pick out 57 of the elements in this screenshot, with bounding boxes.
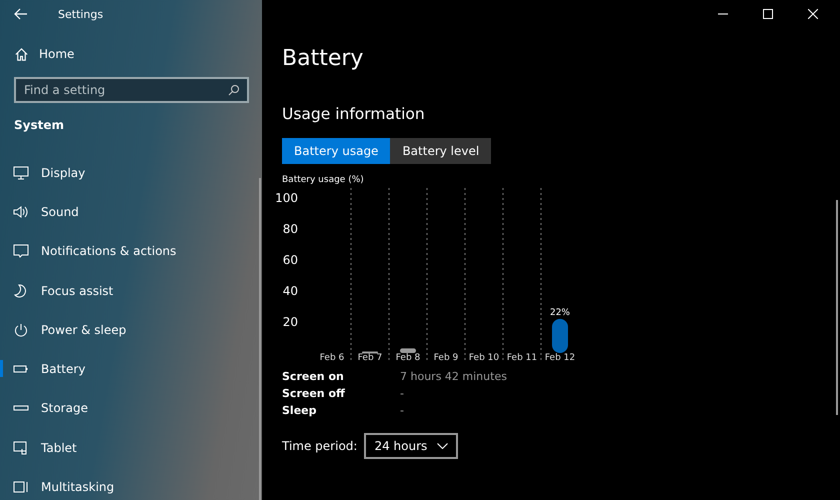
- time-period-label: Time period:: [282, 439, 358, 453]
- x-axis-label: Feb 7: [358, 353, 382, 363]
- y-axis-label: 40: [282, 284, 298, 298]
- notifications-icon: [13, 244, 29, 258]
- sound-icon: [13, 204, 29, 219]
- tablet-icon: [13, 440, 29, 455]
- scrollbar[interactable]: [836, 200, 838, 415]
- search-field[interactable]: Find a setting: [14, 77, 249, 103]
- stat-label: Sleep: [282, 404, 318, 417]
- time-period-dropdown[interactable]: 24 hours: [364, 433, 458, 459]
- nav-item[interactable]: Battery: [0, 349, 262, 389]
- stat-value: -: [400, 387, 405, 400]
- bar: [362, 351, 378, 354]
- stat-value: 7 hours 42 minutes: [400, 370, 508, 383]
- home-nav-item[interactable]: Home: [14, 45, 262, 63]
- x-axis-label: Feb 9: [434, 353, 458, 363]
- nav-item[interactable]: Focus assist: [0, 270, 262, 310]
- chevron-down-icon: [437, 443, 448, 449]
- maximize-icon[interactable]: [763, 9, 773, 19]
- display-icon: [13, 166, 29, 180]
- stat-label: Screen off: [282, 387, 346, 400]
- home-icon: [14, 46, 29, 62]
- nav-item[interactable]: Sound: [0, 192, 262, 232]
- y-axis-label: 60: [282, 253, 298, 267]
- y-axis-label: 80: [282, 222, 298, 236]
- nav-item[interactable]: Notifications & actions: [0, 232, 262, 271]
- chart-title: Battery usage (%): [282, 175, 365, 185]
- back-arrow-icon[interactable]: [14, 8, 28, 20]
- window-title: Settings: [58, 8, 104, 20]
- x-axis-label: Feb 12: [544, 353, 576, 363]
- nav-item[interactable]: Multitasking: [0, 467, 262, 500]
- moon-icon: [13, 284, 29, 298]
- x-axis-label: Feb 6: [320, 353, 344, 363]
- bar: [552, 318, 568, 353]
- x-axis-label: Feb 11: [506, 353, 538, 363]
- power-icon: [13, 322, 29, 337]
- scrollbar[interactable]: [259, 178, 261, 500]
- x-axis-label: Feb 8: [396, 353, 420, 363]
- search-icon: [228, 84, 240, 96]
- y-axis-label: 100: [275, 191, 298, 205]
- section-heading: Usage information: [282, 105, 426, 123]
- stat-value: -: [400, 404, 405, 417]
- close-icon[interactable]: [808, 9, 818, 19]
- page-title: Battery: [282, 46, 364, 71]
- section-heading: System: [14, 118, 65, 132]
- bar: [400, 348, 416, 353]
- x-axis-label: Feb 10: [468, 353, 500, 363]
- nav-item[interactable]: Storage: [0, 388, 262, 428]
- nav-item[interactable]: Display: [0, 153, 262, 192]
- value-label: 22%: [550, 308, 570, 318]
- stat-label: Screen on: [282, 370, 345, 383]
- tab[interactable]: Battery level: [390, 138, 492, 164]
- nav-item[interactable]: Power & sleep: [0, 310, 262, 350]
- tab[interactable]: Battery usage: [282, 138, 390, 164]
- nav-item[interactable]: Tablet: [0, 428, 262, 468]
- y-axis-label: 20: [282, 315, 298, 329]
- multitasking-icon: [13, 480, 29, 494]
